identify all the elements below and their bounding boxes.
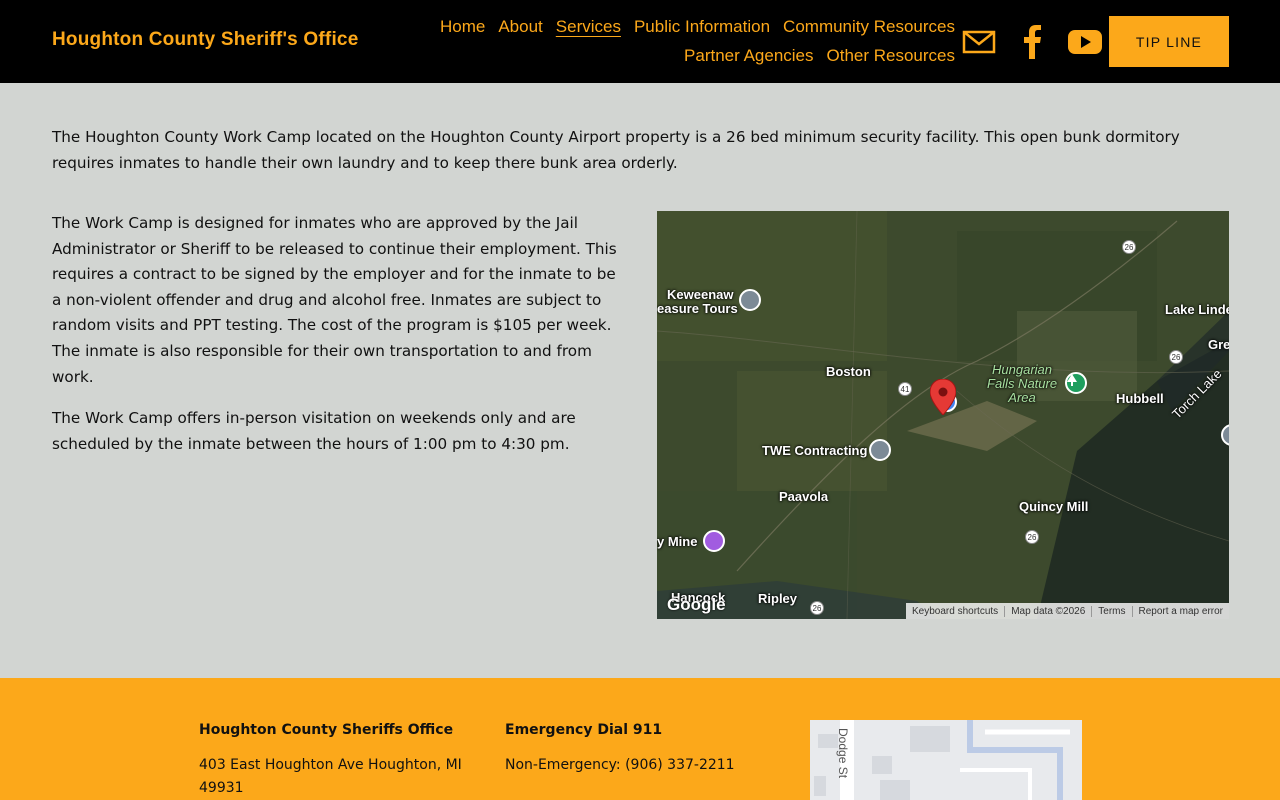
map-data-text: Map data ©2026: [1004, 605, 1091, 617]
twe-contracting-poi-icon[interactable]: [869, 439, 891, 461]
work-camp-description: The Work Camp is designed for inmates wh…: [52, 211, 627, 473]
main-nav-row-2: Partner Agencies Other Resources: [684, 46, 955, 66]
intro-paragraph: The Houghton County Work Camp located on…: [52, 128, 1180, 172]
map-label-gre: Gre: [1208, 337, 1229, 352]
nav-other-resources[interactable]: Other Resources: [827, 46, 956, 66]
map-label-ripley: Ripley: [758, 591, 798, 606]
nav-community-resources[interactable]: Community Resources: [783, 17, 955, 37]
visitation-paragraph: The Work Camp offers in-person visitatio…: [52, 409, 576, 453]
map-label-twe-contracting: TWE Contracting: [762, 443, 868, 458]
terms-link[interactable]: Terms: [1091, 605, 1131, 617]
map-label-paavola: Paavola: [779, 489, 829, 504]
keweenaw-poi-icon[interactable]: [739, 289, 761, 311]
report-map-error-link[interactable]: Report a map error: [1131, 605, 1229, 617]
keyboard-shortcuts-link[interactable]: Keyboard shortcuts: [906, 606, 1004, 617]
site-header: Houghton County Sheriff's Office Home Ab…: [0, 0, 1280, 83]
nav-services[interactable]: Services: [556, 17, 621, 37]
satellite-imagery: [657, 211, 1229, 619]
route-shield: 26: [810, 601, 824, 615]
museum-poi-icon[interactable]: [703, 530, 725, 552]
map-label-boston: Boston: [826, 364, 871, 379]
footer-emergency-heading: Emergency Dial 911: [505, 722, 663, 738]
route-shield: 26: [1025, 530, 1039, 544]
route-shield: 26: [1169, 350, 1183, 364]
map-label-lake-linden: Lake Linde: [1165, 302, 1229, 317]
map-label-hubbell: Hubbell: [1116, 391, 1164, 406]
site-title[interactable]: Houghton County Sheriff's Office: [52, 29, 358, 51]
youtube-icon[interactable]: [1067, 24, 1103, 60]
mail-icon[interactable]: [962, 24, 996, 60]
map-label-quincy-mill: Quincy Mill: [1019, 499, 1089, 514]
nav-partner-agencies[interactable]: Partner Agencies: [684, 46, 813, 66]
route-shield: 41: [898, 382, 912, 396]
footer-address-line-2: 49931: [199, 780, 244, 796]
site-footer: Houghton County Sheriffs Office 403 East…: [0, 678, 1280, 800]
map-attribution-bar: Keyboard shortcuts Map data ©2026 Terms …: [906, 603, 1229, 619]
route-shield: 26: [1122, 240, 1136, 254]
footer-office-name: Houghton County Sheriffs Office: [199, 722, 454, 738]
footer-address-line-1: 403 East Houghton Ave Houghton, MI: [199, 757, 462, 773]
nav-about[interactable]: About: [498, 17, 542, 37]
footer-address-column: Houghton County Sheriffs Office 403 East…: [199, 722, 479, 800]
main-nav-row-1: Home About Services Public Information C…: [440, 17, 955, 37]
park-poi-icon[interactable]: [1065, 372, 1087, 394]
nav-home[interactable]: Home: [440, 17, 485, 37]
footer-non-emergency-phone[interactable]: Non-Emergency: (906) 337-2211: [505, 754, 785, 777]
footer-mini-map[interactable]: Dodge St: [810, 720, 1082, 800]
map-label-hungarian-falls: Hungarian Falls Nature Area: [987, 362, 1058, 405]
mini-map-street-label: Dodge St: [836, 728, 850, 779]
nav-public-information[interactable]: Public Information: [634, 17, 770, 37]
facebook-icon[interactable]: [1020, 24, 1044, 60]
work-camp-paragraph: The Work Camp is designed for inmates wh…: [52, 214, 617, 386]
tip-line-button[interactable]: TIP LINE: [1109, 16, 1229, 67]
map-label-mine: y Mine: [657, 534, 698, 549]
mini-map-roads: [810, 720, 1082, 800]
embedded-map[interactable]: Keweenaw easure Tours 26 Lake Linde 26 G…: [657, 211, 1229, 619]
footer-contact-column: Emergency Dial 911 Non-Emergency: (906) …: [505, 722, 785, 777]
map-label-keweenaw: Keweenaw: [667, 287, 734, 302]
google-logo: Google: [667, 595, 726, 614]
map-label-treasure-tours: easure Tours: [657, 301, 738, 316]
